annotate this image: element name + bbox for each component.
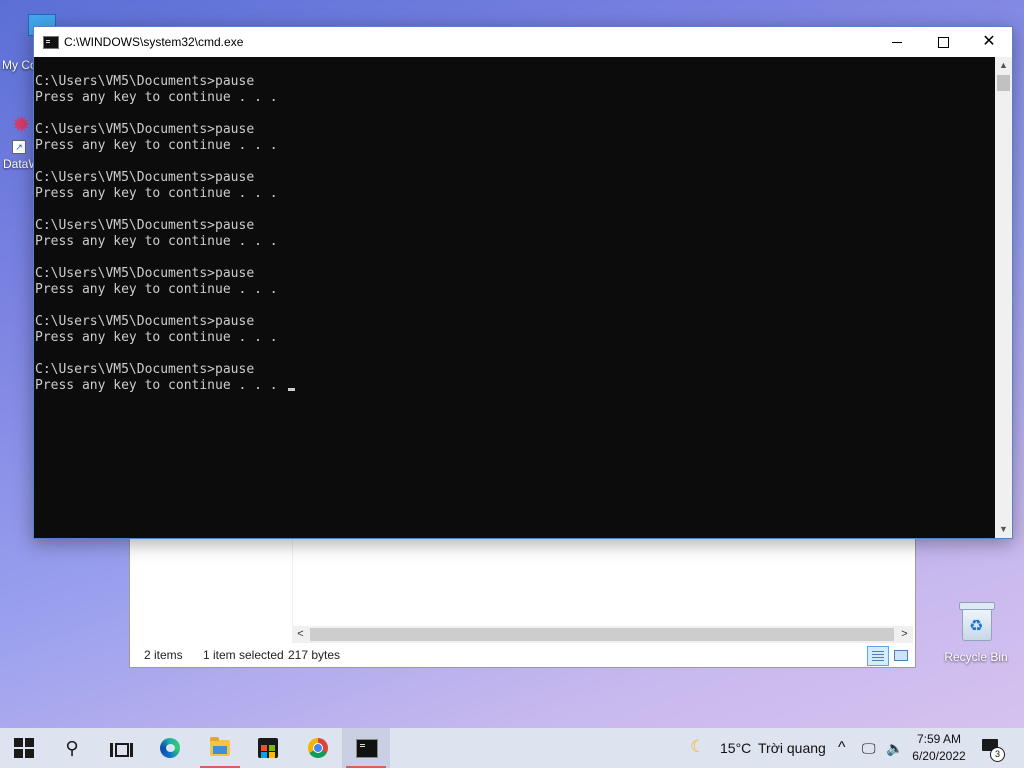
weather-temperature: 15°C xyxy=(720,740,752,756)
scroll-down-icon[interactable]: ▼ xyxy=(995,521,1012,538)
desktop-icon-label: Recycle Bin xyxy=(944,650,1008,664)
console-area[interactable]: C:\Users\VM5\Documents>pause Press any k… xyxy=(34,57,995,538)
moon-icon: ☾ xyxy=(690,737,706,756)
taskbar-store[interactable] xyxy=(244,728,292,768)
scroll-up-icon[interactable]: ▲ xyxy=(995,57,1012,74)
scroll-right-icon[interactable]: > xyxy=(896,626,913,643)
status-bar: 2 items 1 item selected 217 bytes xyxy=(130,644,915,666)
scroll-left-icon[interactable]: < xyxy=(292,626,309,643)
desktop-icon-recycle-bin[interactable]: ♻ Recycle Bin xyxy=(940,600,1012,664)
large-icons-view-icon[interactable] xyxy=(890,646,910,664)
taskbar: ⚲ ☾ 15°C Trời quang ^ 🖵 🔈 7:59 AM 6/20/2… xyxy=(0,728,1024,768)
task-view-icon xyxy=(110,743,133,757)
console-output: C:\Users\VM5\Documents>pause Press any k… xyxy=(35,74,278,393)
file-explorer-icon xyxy=(210,737,230,756)
taskbar-cmd[interactable] xyxy=(342,728,390,768)
taskbar-file-explorer[interactable] xyxy=(196,728,244,768)
taskbar-chrome[interactable] xyxy=(294,728,342,768)
title-bar[interactable]: C:\WINDOWS\system32\cmd.exe ✕ xyxy=(34,27,1012,57)
text-cursor xyxy=(287,388,295,391)
store-icon xyxy=(258,738,278,758)
shortcut-arrow-icon: ↗ xyxy=(12,140,26,154)
taskbar-edge[interactable] xyxy=(146,728,194,768)
cmd-window[interactable]: C:\WINDOWS\system32\cmd.exe ✕ C:\Users\V… xyxy=(33,26,1013,539)
cmd-app-icon[interactable] xyxy=(43,36,59,49)
clock-date: 6/20/2022 xyxy=(912,749,966,763)
clock-time: 7:59 AM xyxy=(916,732,962,746)
details-view-icon[interactable] xyxy=(867,646,889,666)
network-icon[interactable]: 🖵 xyxy=(862,728,876,768)
chrome-icon xyxy=(308,738,328,758)
search-icon: ⚲ xyxy=(65,738,79,758)
task-view-button[interactable] xyxy=(96,728,144,768)
notification-count-badge: 3 xyxy=(990,747,1005,762)
weather-condition: Trời quang xyxy=(758,740,826,756)
recycle-bin-icon: ♻ xyxy=(959,600,995,641)
status-item-count: 2 items xyxy=(144,648,183,662)
windows-logo-icon xyxy=(14,738,34,758)
action-center-button[interactable]: 3 xyxy=(980,737,1005,762)
status-size: 217 bytes xyxy=(288,648,341,662)
close-button[interactable]: ✕ xyxy=(966,27,1012,57)
file-explorer-window: < > 2 items 1 item selected 217 bytes xyxy=(129,537,916,668)
minimize-button[interactable] xyxy=(874,27,920,57)
desktop-icon-label: My Co xyxy=(2,58,37,72)
vertical-scrollbar[interactable]: ▲ ▼ xyxy=(995,57,1012,538)
maximize-button[interactable] xyxy=(920,27,966,57)
window-title: C:\WINDOWS\system32\cmd.exe xyxy=(64,35,244,49)
system-clock[interactable]: 7:59 AM 6/20/2022 xyxy=(906,731,972,765)
search-button[interactable]: ⚲ xyxy=(48,728,96,768)
edge-icon xyxy=(160,738,180,758)
start-button[interactable] xyxy=(0,728,48,768)
cmd-icon xyxy=(356,739,378,758)
show-hidden-icons-chevron-icon[interactable]: ^ xyxy=(838,728,846,768)
volume-icon[interactable]: 🔈 xyxy=(886,728,903,768)
status-selection: 1 item selected xyxy=(203,648,284,662)
horizontal-scrollbar[interactable]: < > xyxy=(292,626,913,643)
scrollbar-thumb[interactable] xyxy=(310,628,894,641)
navigation-pane[interactable] xyxy=(130,537,293,627)
scrollbar-thumb[interactable] xyxy=(997,75,1010,91)
